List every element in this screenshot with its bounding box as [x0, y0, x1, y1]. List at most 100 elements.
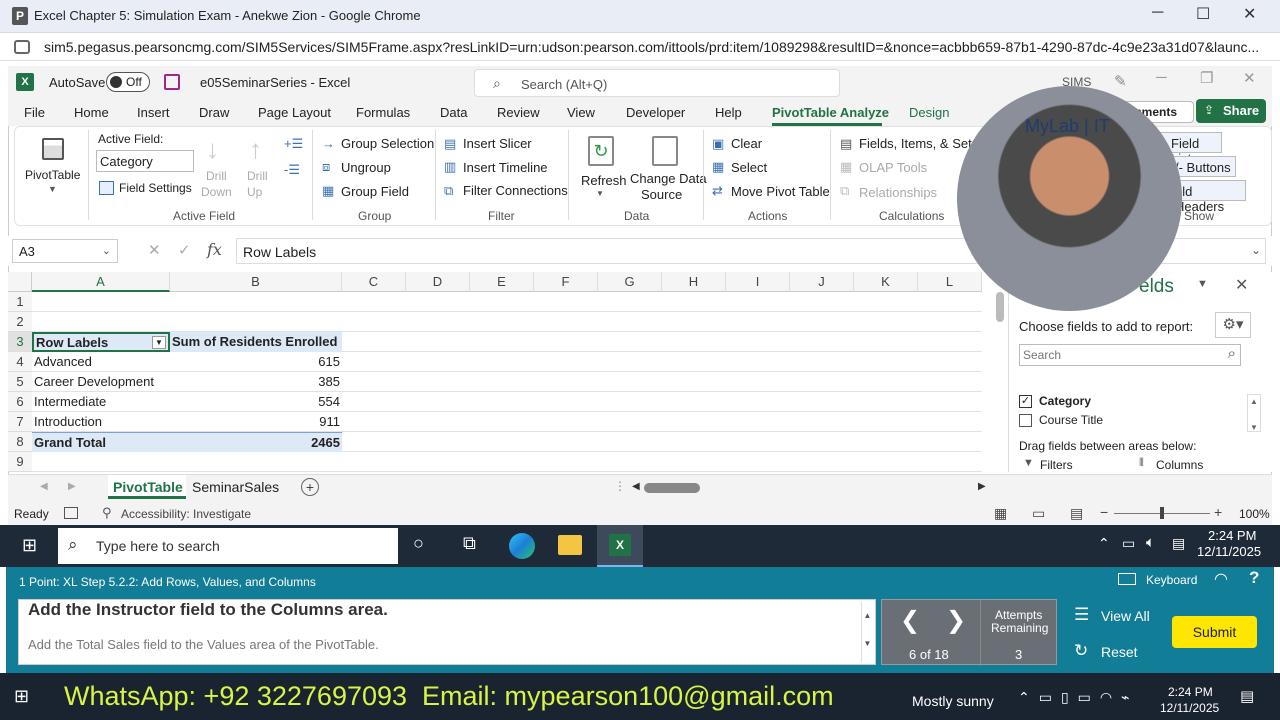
- function-icon[interactable]: fx: [207, 240, 222, 259]
- url-text[interactable]: sim5.pegasus.pearsoncmg.com/SIM5Services…: [44, 39, 1264, 55]
- search-box[interactable]: ⌕ Search (Alt+Q): [474, 69, 840, 97]
- tab-data[interactable]: Data: [440, 105, 467, 120]
- tray-chevron-icon[interactable]: ⌃: [1098, 535, 1110, 552]
- excel-taskbar-icon[interactable]: X: [597, 525, 643, 567]
- filter-connections-button[interactable]: Filter Connections: [463, 183, 568, 198]
- pivot-row-value[interactable]: 385: [170, 372, 340, 392]
- field-category-label[interactable]: Category: [1039, 394, 1091, 408]
- enter-icon[interactable]: ✓: [178, 241, 191, 259]
- field-course-title-label[interactable]: Course Title: [1039, 413, 1103, 427]
- h-scroll-left-icon[interactable]: ◀: [632, 481, 640, 492]
- tab-draw[interactable]: Draw: [199, 105, 229, 120]
- tab-pivottable-analyze[interactable]: PivotTable Analyze: [772, 105, 889, 120]
- pivot-row-label[interactable]: Intermediate: [34, 392, 168, 412]
- insert-slicer-button[interactable]: Insert Slicer: [463, 136, 532, 151]
- vertical-scrollbar[interactable]: [996, 292, 1004, 322]
- ungroup-icon[interactable]: ⧈: [322, 159, 330, 175]
- column-header-d[interactable]: D: [406, 272, 470, 292]
- name-box[interactable]: A3 ⌄: [12, 239, 118, 263]
- column-header-j[interactable]: J: [790, 272, 854, 292]
- clear-button[interactable]: Clear: [731, 136, 762, 151]
- tab-help[interactable]: Help: [715, 105, 742, 120]
- macro-record-icon[interactable]: [64, 507, 78, 519]
- column-header-f[interactable]: F: [534, 272, 598, 292]
- pivot-row-label[interactable]: Introduction: [34, 412, 168, 432]
- change-data-source-icon[interactable]: [652, 136, 678, 166]
- minimize-icon[interactable]: ─: [1152, 4, 1163, 22]
- change-data-source-button[interactable]: Change Data: [630, 171, 707, 186]
- scroll-left-icon[interactable]: ◀: [40, 481, 48, 492]
- pivot-row-value[interactable]: 554: [170, 392, 340, 412]
- field-list-scrollbar[interactable]: ▲ ▼: [1247, 394, 1261, 432]
- pivot-row-label[interactable]: Advanced: [34, 352, 168, 372]
- submit-button[interactable]: Submit: [1172, 616, 1257, 648]
- group-field-icon[interactable]: ▦: [322, 183, 334, 199]
- excel-minimize-icon[interactable]: ─: [1156, 69, 1167, 86]
- normal-view-icon[interactable]: ▦: [994, 505, 1007, 522]
- column-header-i[interactable]: I: [726, 272, 790, 292]
- sheet-tab-pivottable[interactable]: PivotTable: [108, 475, 186, 499]
- horizontal-scrollbar[interactable]: [644, 483, 700, 493]
- row-header-2[interactable]: 2: [8, 312, 32, 332]
- column-header-k[interactable]: K: [854, 272, 918, 292]
- autosave-toggle[interactable]: Off: [106, 72, 150, 92]
- maximize-icon[interactable]: ☐: [1196, 4, 1210, 24]
- pane-close-icon[interactable]: ✕: [1235, 275, 1248, 295]
- tab-developer[interactable]: Developer: [626, 105, 685, 120]
- page-layout-view-icon[interactable]: ▭: [1032, 505, 1045, 522]
- move-pivot-table-button[interactable]: Move Pivot Table: [731, 184, 830, 199]
- zoom-slider-thumb[interactable]: [1160, 507, 1164, 519]
- previous-question-icon[interactable]: ❮: [900, 606, 920, 635]
- pivot-row-value[interactable]: 615: [170, 352, 340, 372]
- taskbar-search[interactable]: ⌕ Type here to search: [58, 528, 398, 564]
- refresh-icon[interactable]: ↻: [588, 136, 614, 166]
- help-icon[interactable]: ?: [1249, 568, 1259, 588]
- tab-design[interactable]: Design: [909, 105, 949, 120]
- keyboard-button[interactable]: Keyboard: [1146, 573, 1197, 587]
- excel-restore-icon[interactable]: ❐: [1200, 69, 1213, 87]
- change-data-source-label-2[interactable]: Source: [641, 187, 682, 202]
- column-header-a[interactable]: A: [32, 272, 170, 292]
- filter-connections-icon[interactable]: ⧉: [444, 183, 453, 199]
- group-selection-icon[interactable]: →: [322, 136, 335, 151]
- field-search-input[interactable]: Search ⌕: [1019, 344, 1241, 366]
- tab-splitter-icon[interactable]: ⋮: [614, 479, 626, 493]
- tab-view[interactable]: View: [567, 105, 595, 120]
- row-header-9[interactable]: 9: [8, 452, 32, 472]
- name-box-chevron-icon[interactable]: ⌄: [102, 244, 111, 257]
- settings-gear-icon[interactable]: ⚙▾: [1215, 312, 1251, 338]
- field-course-title-checkbox[interactable]: [1019, 414, 1032, 427]
- pivot-row-value[interactable]: 911: [170, 412, 340, 432]
- next-question-icon[interactable]: ❯: [946, 606, 966, 635]
- row-header-8[interactable]: 8: [8, 432, 32, 452]
- row-header-3[interactable]: 3: [8, 332, 32, 352]
- cortana-icon[interactable]: ○: [413, 533, 424, 554]
- volume-icon[interactable]: 🔈︎: [1146, 534, 1155, 551]
- excel-close-icon[interactable]: ✕: [1243, 69, 1256, 87]
- refresh-button[interactable]: Refresh: [581, 173, 627, 188]
- insert-timeline-icon[interactable]: ▥: [444, 159, 456, 175]
- tab-formulas[interactable]: Formulas: [356, 105, 410, 120]
- sheet-tab-seminarsales[interactable]: SeminarSales: [192, 479, 279, 495]
- column-header-e[interactable]: E: [470, 272, 534, 292]
- pivot-grand-total-value[interactable]: 2465: [170, 432, 342, 452]
- save-icon[interactable]: [164, 74, 180, 90]
- clear-icon[interactable]: ▣: [712, 136, 724, 152]
- zoom-out-icon[interactable]: −: [1100, 504, 1108, 520]
- group-selection-button[interactable]: Group Selection: [341, 136, 434, 151]
- row-header-4[interactable]: 4: [8, 352, 32, 372]
- tab-file[interactable]: File: [24, 105, 45, 120]
- tab-insert[interactable]: Insert: [137, 105, 170, 120]
- pivot-header-sum[interactable]: Sum of Residents Enrolled: [170, 332, 342, 352]
- site-info-icon[interactable]: [14, 40, 30, 54]
- tab-review[interactable]: Review: [497, 105, 540, 120]
- file-explorer-icon[interactable]: [558, 535, 582, 555]
- keyboard-icon[interactable]: [1118, 573, 1136, 585]
- add-sheet-icon[interactable]: +: [301, 478, 319, 496]
- pivot-grand-total-label[interactable]: Grand Total: [32, 432, 170, 452]
- view-all-icon[interactable]: ☰: [1074, 605, 1089, 625]
- ungroup-button[interactable]: Ungroup: [341, 160, 391, 175]
- windows-start-icon[interactable]: ⊞: [22, 535, 37, 556]
- row-header-1[interactable]: 1: [8, 292, 32, 312]
- move-pivot-icon[interactable]: ⇄: [712, 183, 723, 199]
